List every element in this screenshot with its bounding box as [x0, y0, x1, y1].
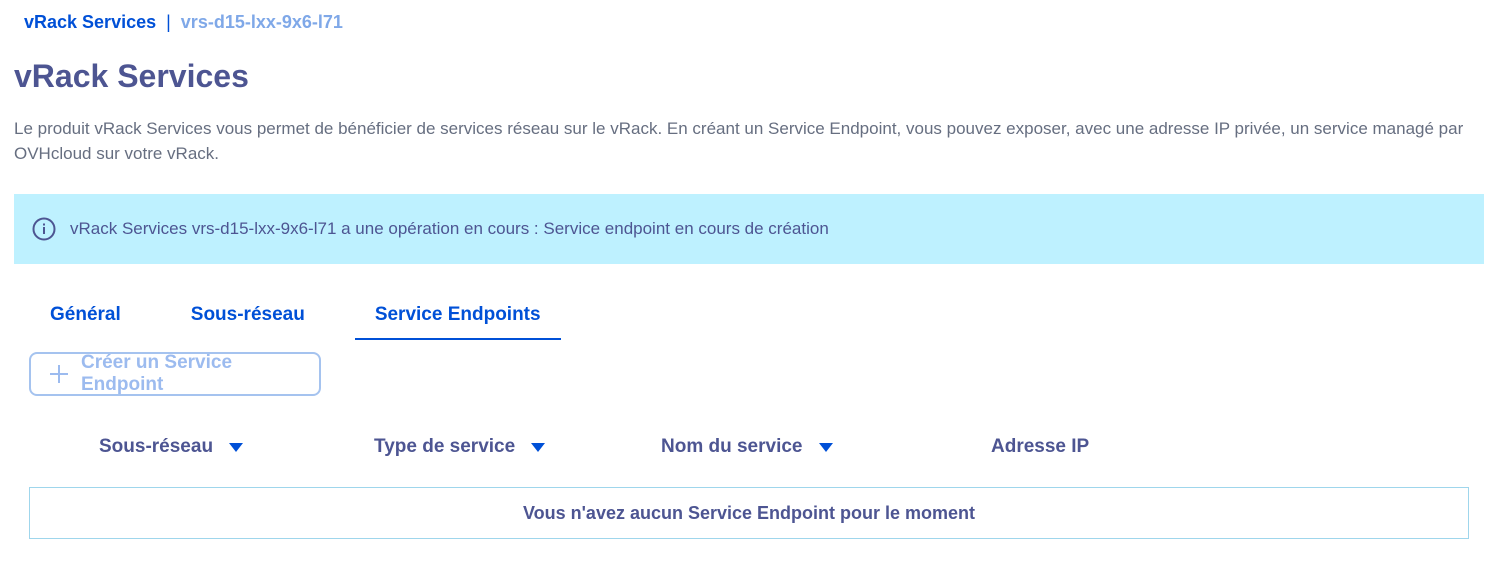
breadcrumb-current: vrs-d15-lxx-9x6-l71	[180, 12, 343, 32]
table-header: Sous-réseau Type de service Nom du servi…	[0, 436, 1505, 466]
page-title: vRack Services	[14, 58, 249, 94]
info-icon	[32, 217, 56, 241]
breadcrumb-root-link[interactable]: vRack Services	[24, 12, 156, 33]
column-header-subnet[interactable]: Sous-réseau	[99, 436, 244, 458]
tab-subnet[interactable]: Sous-réseau	[171, 296, 325, 340]
sort-caret-icon	[229, 442, 244, 452]
tab-general[interactable]: Général	[30, 296, 141, 340]
sort-caret-icon	[818, 442, 833, 452]
info-banner-text: vRack Services vrs-d15-lxx-9x6-l71 a une…	[70, 219, 829, 238]
column-header-service-name[interactable]: Nom du service	[661, 436, 833, 458]
info-banner: vRack Services vrs-d15-lxx-9x6-l71 a une…	[14, 194, 1484, 264]
breadcrumb: vRack Services | vrs-d15-lxx-9x6-l71	[24, 12, 343, 33]
column-header-ip-address: Adresse IP	[991, 436, 1089, 458]
sort-caret-icon	[531, 442, 546, 452]
table-empty-row: Vous n'avez aucun Service Endpoint pour …	[29, 487, 1469, 539]
plus-icon	[49, 364, 69, 384]
create-service-endpoint-label: Créer un Service Endpoint	[81, 352, 233, 395]
page-description: Le produit vRack Services vous permet de…	[14, 119, 1464, 163]
breadcrumb-separator: |	[166, 12, 171, 32]
column-header-label: Adresse IP	[991, 436, 1090, 457]
column-header-service-type[interactable]: Type de service	[374, 436, 546, 458]
column-header-label: Sous-réseau	[99, 436, 214, 457]
column-header-label: Nom du service	[661, 436, 803, 457]
column-header-label: Type de service	[374, 436, 516, 457]
create-service-endpoint-button[interactable]: Créer un Service Endpoint	[29, 352, 321, 396]
empty-state-message: Vous n'avez aucun Service Endpoint pour …	[522, 502, 976, 523]
page: vRack Services | vrs-d15-lxx-9x6-l71 vRa…	[0, 0, 1505, 577]
tab-bar: Général Sous-réseau Service Endpoints	[30, 296, 591, 340]
tab-service-endpoints[interactable]: Service Endpoints	[354, 296, 561, 340]
